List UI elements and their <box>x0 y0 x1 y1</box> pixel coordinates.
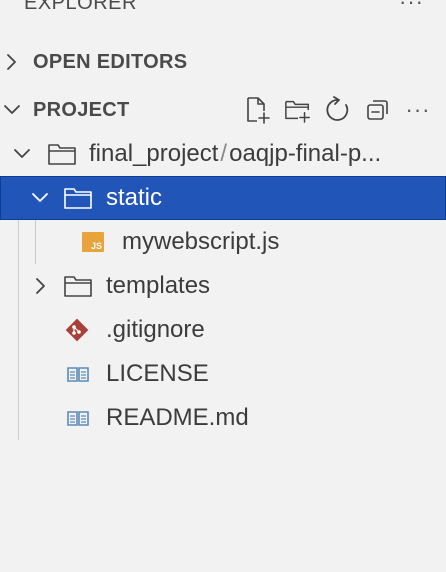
new-file-icon <box>247 97 270 124</box>
tree-item-label: LICENSE <box>106 360 209 387</box>
more-icon[interactable]: ··· <box>399 0 424 13</box>
folder-icon <box>64 188 92 209</box>
root-path: final_project/oaqjp-final-p... <box>89 140 434 168</box>
more-actions-icon: ··· <box>405 97 431 122</box>
explorer-panel: EXPLORER ··· OPEN EDITORS PROJECT ··· fi… <box>0 0 446 572</box>
chevron-right-icon <box>7 54 16 70</box>
chevron-down-icon <box>4 105 20 114</box>
tree-item-license[interactable]: LICENSE <box>0 352 446 396</box>
project-actions: ··· <box>244 94 432 126</box>
tree-item-templates[interactable]: templates <box>0 264 446 308</box>
tree-item-mywebscript[interactable]: mywebscript.js <box>0 220 446 264</box>
git-icon <box>65 318 89 342</box>
tree-item-label: mywebscript.js <box>122 228 280 255</box>
tree-item-label: static <box>106 184 163 211</box>
js-badge-text: JS <box>90 241 102 251</box>
tree-item-readme[interactable]: README.md <box>0 396 446 440</box>
chevron-right-icon <box>36 278 45 294</box>
new-folder-button[interactable] <box>284 95 312 125</box>
tree-item-gitignore[interactable]: .gitignore <box>0 308 446 352</box>
project-section[interactable]: PROJECT ··· <box>0 88 446 132</box>
collapse-all-icon <box>367 100 388 120</box>
explorer-header: EXPLORER ··· <box>0 0 446 18</box>
tree-item-label: README.md <box>106 404 249 431</box>
js-file-icon: JS <box>82 232 104 252</box>
book-icon <box>67 367 89 382</box>
new-file-button[interactable] <box>244 95 272 125</box>
open-editors-section[interactable]: OPEN EDITORS <box>0 40 446 84</box>
chevron-down-icon <box>14 149 30 158</box>
new-folder-icon <box>285 100 310 123</box>
root-folder-name: final_project <box>89 140 219 167</box>
root-subpath: oaqjp-final-p... <box>229 140 382 167</box>
folder-icon <box>64 276 92 297</box>
project-title: PROJECT <box>33 99 130 121</box>
explorer-title: EXPLORER <box>24 0 137 14</box>
collapse-all-button[interactable] <box>364 95 392 125</box>
chevron-down-icon <box>32 193 48 202</box>
tree-item-static[interactable]: static <box>0 176 446 220</box>
tree-item-label: templates <box>106 272 211 299</box>
open-editors-title: OPEN EDITORS <box>33 51 188 73</box>
tree-item-label: .gitignore <box>106 316 205 343</box>
book-icon <box>67 411 89 426</box>
refresh-button[interactable] <box>324 95 352 125</box>
more-actions-button[interactable]: ··· <box>404 95 432 125</box>
path-separator: / <box>220 140 228 167</box>
refresh-icon <box>326 96 349 121</box>
folder-icon <box>48 144 76 165</box>
tree-root-row[interactable]: final_project/oaqjp-final-p... <box>0 132 446 176</box>
